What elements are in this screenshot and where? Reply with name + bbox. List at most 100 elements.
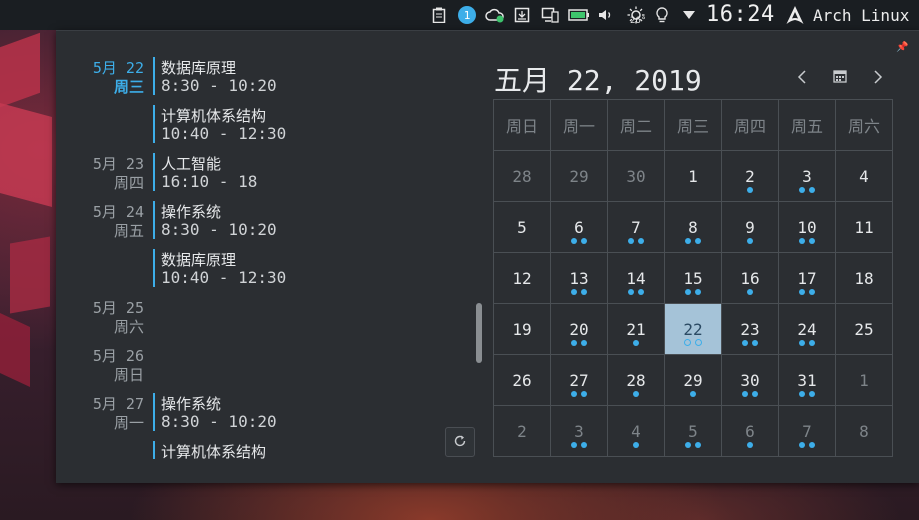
agenda-weekday: 周四 [113,174,144,192]
day-cell[interactable]: 17 [779,253,835,303]
day-cell[interactable]: 3 [779,151,835,201]
event-dot [638,238,644,244]
event-time: 16:10 - 18 [161,172,258,191]
day-cell[interactable]: 26 [494,355,550,405]
day-cell[interactable]: 24 [779,304,835,354]
event-dot [581,289,587,295]
day-cell[interactable]: 10 [779,202,835,252]
distro-label[interactable]: Arch Linux [813,6,909,25]
weather-temperature: 26° [630,16,647,26]
event-title[interactable]: 计算机体系结构 [161,441,266,462]
calendar-month-title: 五月 22, 2019 [494,64,702,97]
kdeconnect-icon[interactable] [540,5,560,25]
event-marker [153,153,155,191]
event-title[interactable]: 数据库原理 [161,249,236,270]
agenda-scrollbar[interactable] [476,303,482,363]
day-cell[interactable]: 11 [836,202,892,252]
event-indicator [779,391,835,397]
day-cell[interactable]: 21 [608,304,664,354]
weather-icon[interactable]: 26° [621,5,651,26]
day-cell[interactable]: 29 [665,355,721,405]
agenda-date: 5月 22 [92,59,144,77]
event-title[interactable]: 数据库原理 [161,57,236,78]
event-title[interactable]: 操作系统 [161,201,221,222]
day-cell[interactable]: 29 [551,151,607,201]
device-notifier-icon[interactable] [513,5,531,25]
day-cell[interactable]: 14 [608,253,664,303]
event-dot [633,340,639,346]
event-dot [809,187,815,193]
day-cell[interactable]: 2 [722,151,778,201]
day-cell-selected[interactable]: 22 [665,304,721,354]
day-cell[interactable]: 5 [665,406,721,456]
day-cell[interactable]: 9 [722,202,778,252]
day-cell[interactable]: 6 [722,406,778,456]
volume-icon[interactable] [597,5,615,25]
tray-expand-arrow-icon[interactable] [681,5,697,25]
day-cell[interactable]: 1 [665,151,721,201]
notification-count: 1 [458,6,476,24]
day-cell[interactable]: 16 [722,253,778,303]
previous-month-button[interactable] [792,67,812,87]
event-title[interactable]: 计算机体系结构 [161,105,266,126]
event-marker [153,393,155,431]
arch-logo-icon[interactable] [785,5,805,29]
weekday-header: 周五 [779,100,835,150]
day-cell[interactable]: 28 [608,355,664,405]
day-cell[interactable]: 7 [779,406,835,456]
event-marker [153,57,155,95]
day-number: 30 [626,167,646,186]
day-cell[interactable]: 8 [836,406,892,456]
day-cell[interactable]: 20 [551,304,607,354]
event-dot [571,340,577,346]
day-number: 15 [683,269,703,288]
battery-icon[interactable] [567,5,591,25]
day-cell[interactable]: 28 [494,151,550,201]
day-cell[interactable]: 7 [608,202,664,252]
day-cell[interactable]: 27 [551,355,607,405]
day-cell[interactable]: 3 [551,406,607,456]
day-number: 2 [745,167,755,186]
day-cell[interactable]: 12 [494,253,550,303]
day-number: 30 [740,371,760,390]
day-cell[interactable]: 5 [494,202,550,252]
event-dot [628,238,634,244]
day-cell[interactable]: 30 [608,151,664,201]
day-cell[interactable]: 23 [722,304,778,354]
lightbulb-icon[interactable] [654,5,670,25]
day-cell[interactable]: 1 [836,355,892,405]
day-cell[interactable]: 4 [836,151,892,201]
event-title[interactable]: 操作系统 [161,393,221,414]
day-number: 28 [626,371,646,390]
notifications-icon[interactable]: 1 [457,5,477,25]
day-cell[interactable]: 18 [836,253,892,303]
day-cell[interactable]: 30 [722,355,778,405]
day-cell[interactable]: 15 [665,253,721,303]
event-dot [752,340,758,346]
day-cell[interactable]: 2 [494,406,550,456]
clipboard-icon[interactable] [430,5,448,25]
pin-icon[interactable]: 📌 [896,42,908,53]
day-cell[interactable]: 13 [551,253,607,303]
agenda-weekday: 周一 [113,414,144,432]
event-dot [742,340,748,346]
cloud-sync-icon[interactable] [484,5,506,25]
event-indicator [779,238,835,244]
agenda-weekday: 周六 [113,318,144,336]
digital-clock[interactable]: 16:24 [706,2,775,27]
day-number: 21 [626,320,646,339]
day-cell[interactable]: 19 [494,304,550,354]
day-number: 13 [569,269,589,288]
day-cell[interactable]: 31 [779,355,835,405]
event-dot [747,187,753,193]
agenda-date: 5月 24 [92,203,144,221]
refresh-button[interactable] [445,427,475,457]
day-cell[interactable]: 4 [608,406,664,456]
event-title[interactable]: 人工智能 [161,153,221,174]
event-dot [747,238,753,244]
day-cell[interactable]: 8 [665,202,721,252]
day-cell[interactable]: 6 [551,202,607,252]
next-month-button[interactable] [868,67,888,87]
today-button[interactable] [830,67,850,87]
day-cell[interactable]: 25 [836,304,892,354]
